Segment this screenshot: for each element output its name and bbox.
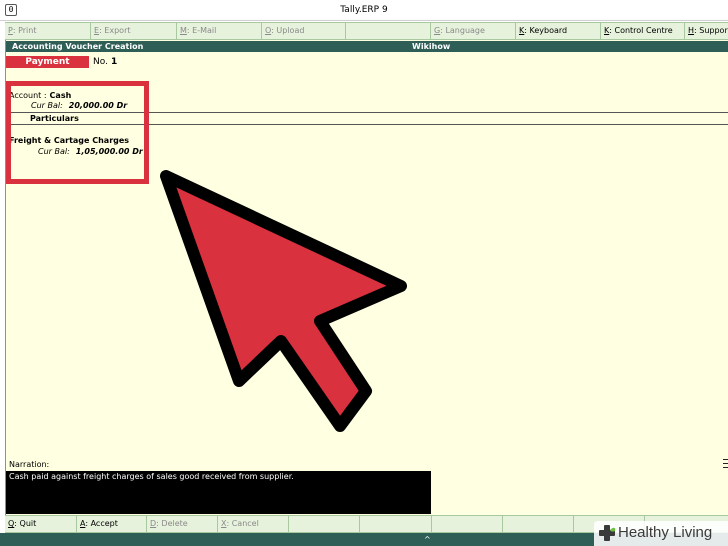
voucher-number-value: 1 xyxy=(110,57,118,67)
cancel-label: : Cancel xyxy=(226,519,259,528)
narration-label: Narration: xyxy=(9,460,50,469)
accept-button[interactable]: A: Accept xyxy=(77,516,147,532)
email-label: : E-Mail xyxy=(186,26,217,35)
pointer-arrow-annotation xyxy=(160,170,407,432)
cancel-button[interactable]: X: Cancel xyxy=(218,516,289,532)
language-label: : Language xyxy=(440,26,485,35)
voucher-number-label: No. xyxy=(93,57,108,67)
control-centre-label: : Control Centre xyxy=(609,26,673,35)
delete-label: : Delete xyxy=(156,519,188,528)
healthy-living-watermark: Healthy Living xyxy=(594,521,728,546)
export-button[interactable]: E: Export xyxy=(91,23,177,39)
empty-toolbar-slot xyxy=(346,23,431,39)
window-title-bar: 0 Tally.ERP 9 xyxy=(0,0,728,21)
export-label: : Export xyxy=(99,26,131,35)
top-button-bar: P: Print E: Export M: E-Mail O: Upload G… xyxy=(5,22,728,40)
upload-button[interactable]: O: Upload xyxy=(262,23,346,39)
empty-bottom-slot-2 xyxy=(360,516,432,532)
voucher-type-badge[interactable]: Payment xyxy=(6,56,89,68)
voucher-header-strip: Accounting Voucher Creation Wikihow xyxy=(6,41,728,52)
language-button[interactable]: G: Language xyxy=(431,23,516,39)
control-centre-button[interactable]: K: Control Centre xyxy=(601,23,685,39)
email-shortcut-key: M xyxy=(180,26,187,35)
empty-bottom-slot-4 xyxy=(503,516,574,532)
support-centre-button[interactable]: H: Support Centre xyxy=(685,23,728,39)
accept-label: : Accept xyxy=(85,519,118,528)
keyboard-button[interactable]: K: Keyboard xyxy=(516,23,601,39)
keyboard-label: : Keyboard xyxy=(524,26,568,35)
window-title: Tally.ERP 9 xyxy=(340,5,388,15)
delete-button[interactable]: D: Delete xyxy=(147,516,218,532)
support-centre-label: : Support Centre xyxy=(694,26,728,35)
screen-title: Accounting Voucher Creation xyxy=(12,42,144,51)
voucher-entry-area: Accounting Voucher Creation Wikihow Paym… xyxy=(5,40,728,515)
highlight-annotation-box xyxy=(6,81,149,184)
upload-label: : Upload xyxy=(271,26,305,35)
print-button[interactable]: P: Print xyxy=(5,23,91,39)
side-scroll-marker xyxy=(723,459,728,471)
empty-bottom-slot-1 xyxy=(289,516,360,532)
watermark-text: Healthy Living xyxy=(618,524,713,541)
print-label: : Print xyxy=(12,26,37,35)
narration-text: Cash paid against freight charges of sal… xyxy=(9,472,294,481)
narration-field[interactable]: Cash paid against freight charges of sal… xyxy=(6,471,431,514)
quit-label: : Quit xyxy=(14,519,37,528)
quit-button[interactable]: Q: Quit xyxy=(5,516,77,532)
empty-bottom-slot-3 xyxy=(432,516,503,532)
voucher-number: No. 1 xyxy=(93,57,117,67)
email-button[interactable]: M: E-Mail xyxy=(177,23,262,39)
plus-leaf-icon xyxy=(599,525,616,541)
expand-caret-icon[interactable]: ^ xyxy=(424,535,431,544)
company-name: Wikihow xyxy=(412,42,451,51)
